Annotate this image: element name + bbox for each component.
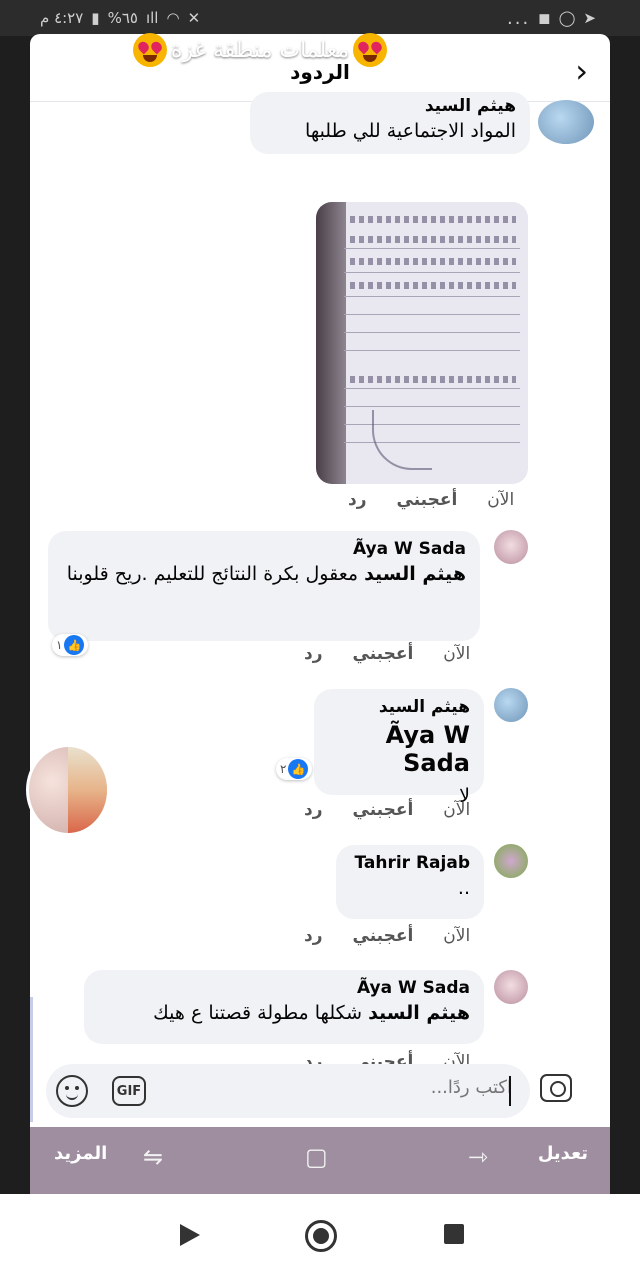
home-circle-icon[interactable] — [305, 1220, 337, 1252]
battery-icon: ▮ — [91, 9, 100, 27]
reaction-count: ١ — [56, 638, 63, 652]
camera-icon[interactable] — [540, 1074, 572, 1102]
edit-toolbar: تعديل ⇾ ▢ ⇋ المزيد — [30, 1127, 610, 1194]
comment-bubble: Ãya W Sada هيثم السيد شكلها مطولة قصتنا … — [84, 970, 484, 1044]
comment-author[interactable]: Ãya W Sada — [98, 978, 470, 998]
comment-mention[interactable]: هيثم السيد — [368, 1002, 470, 1024]
comment-text: معقول بكرة النتائج للتعليم .ريح قلوبنا — [66, 563, 359, 585]
comment-text: شكلها مطولة قصتنا ع هيك — [153, 1002, 363, 1024]
arrow-left-icon[interactable]: ← — [34, 32, 63, 72]
chevron-right-icon[interactable]: › — [575, 52, 588, 90]
avatar[interactable] — [494, 688, 528, 722]
share-arrow-icon[interactable]: ⇾ — [468, 1143, 488, 1171]
comment-time: الآن — [443, 644, 471, 664]
attached-photo[interactable] — [316, 202, 528, 484]
navigation-bar — [0, 1194, 640, 1280]
comment-actions: الآن أعجبني رد — [304, 926, 470, 946]
comment-time: الآن — [487, 490, 515, 510]
text-caret — [509, 1076, 511, 1106]
signal-icon: ıll — [145, 9, 159, 27]
comment-mention[interactable]: هيثم السيد — [364, 563, 466, 585]
replies-panel: الردود › هيثم السيد المواد الاجتماعية لل… — [30, 34, 610, 1194]
gif-icon[interactable]: GIF — [112, 1076, 146, 1106]
telegram-icon: ➤ — [583, 9, 596, 27]
wifi-icon: ◠ — [166, 9, 180, 27]
heart-eyes-emoji-icon — [353, 33, 388, 67]
comment-author[interactable]: هيثم السيد — [328, 697, 470, 717]
like-reaction-icon: 👍 — [64, 635, 85, 655]
like-button[interactable]: أعجبني — [353, 644, 414, 664]
avatar[interactable] — [494, 530, 528, 564]
comment-actions: الآن أعجبني رد — [348, 490, 514, 510]
status-time: ٤:٢٧ م — [40, 9, 84, 27]
reaction-count: ٢ — [280, 762, 287, 776]
comment-actions: الآن أعجبني رد — [304, 800, 470, 820]
comment-actions: الآن أعجبني رد — [304, 644, 470, 664]
bag-icon: ◼ — [538, 9, 551, 27]
group-title-overlay: معلمات منطقة غزة — [130, 30, 390, 70]
split-icon[interactable]: ⇋ — [143, 1143, 163, 1171]
avatar[interactable] — [494, 844, 528, 878]
comment-bubble: هيثم السيد Ãya W Sada لا — [314, 689, 484, 807]
reply-input[interactable] — [232, 1077, 512, 1098]
floating-profile-avatar[interactable] — [26, 744, 110, 836]
like-button[interactable]: أعجبني — [397, 490, 458, 510]
comment-time: الآن — [443, 800, 471, 820]
comment-mention[interactable]: Ãya W Sada — [328, 721, 470, 777]
comment-text: المواد الاجتماعية للي طلبها — [305, 120, 516, 142]
group-title: معلمات منطقة غزة — [170, 37, 350, 63]
like-button[interactable]: أعجبني — [353, 800, 414, 820]
screen: ٤:٢٧ م ▮ %٦٥ ıll ◠ ✕ ... ◼ ◯ ➤ الردود › … — [0, 0, 640, 1280]
back-triangle-icon[interactable] — [180, 1224, 200, 1246]
reply-button[interactable]: رد — [304, 644, 323, 664]
emoji-icon[interactable] — [56, 1075, 88, 1107]
crop-icon[interactable]: ▢ — [305, 1143, 328, 1171]
comment-author[interactable]: Ãya W Sada — [62, 539, 466, 559]
reply-button[interactable]: رد — [304, 800, 323, 820]
mute-icon: ✕ — [187, 9, 201, 27]
more-notifications-icon: ... — [507, 7, 531, 29]
recent-apps-square-icon[interactable] — [444, 1224, 464, 1244]
comment-text: .. — [457, 877, 470, 899]
comments-list: هيثم السيد المواد الاجتماعية للي طلبها ا… — [30, 92, 610, 1122]
reply-button[interactable]: رد — [348, 490, 367, 510]
heart-eyes-emoji-icon — [132, 33, 167, 67]
reaction-badge[interactable]: ٢ 👍 — [276, 758, 313, 780]
like-reaction-icon: 👍 — [288, 759, 309, 779]
whatsapp-icon: ◯ — [558, 9, 576, 27]
more-button[interactable]: المزيد — [54, 1143, 107, 1164]
reply-composer: GIF — [46, 1064, 530, 1118]
like-button[interactable]: أعجبني — [353, 926, 414, 946]
comment-bubble: Ãya W Sada هيثم السيد معقول بكرة النتائج… — [48, 531, 480, 641]
reply-button[interactable]: رد — [304, 926, 323, 946]
edit-button[interactable]: تعديل — [538, 1143, 588, 1164]
comment-time: الآن — [443, 926, 471, 946]
comment-bubble: Tahrir Rajab .. — [336, 845, 484, 919]
avatar[interactable] — [494, 970, 528, 1004]
comment-bubble: هيثم السيد المواد الاجتماعية للي طلبها — [250, 92, 530, 154]
new-comment-indicator — [30, 997, 33, 1122]
comment-author[interactable]: Tahrir Rajab — [350, 853, 470, 873]
reaction-badge[interactable]: ١ 👍 — [52, 634, 89, 656]
avatar[interactable] — [538, 100, 594, 144]
comment-author[interactable]: هيثم السيد — [264, 96, 516, 116]
battery-percent: %٦٥ — [107, 9, 138, 27]
